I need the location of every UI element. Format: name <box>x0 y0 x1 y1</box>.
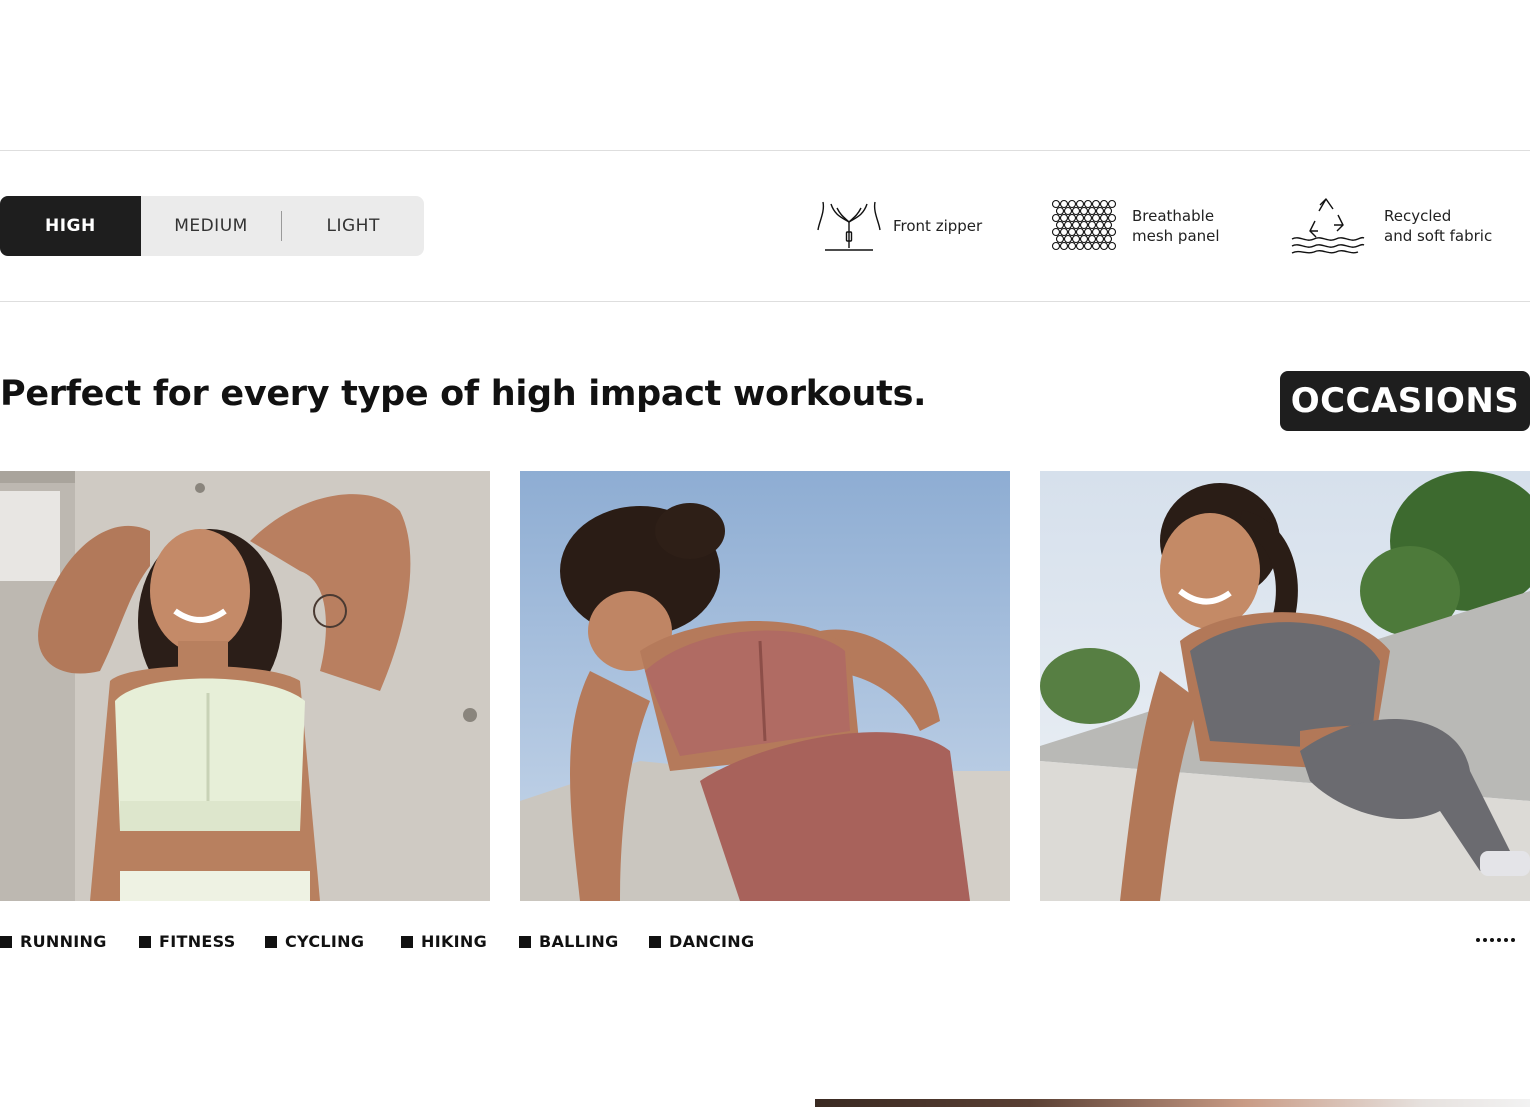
tag-label: HIKING <box>421 932 488 951</box>
feature-label: Breathable mesh panel <box>1132 206 1220 246</box>
impact-level-selector: HIGH MEDIUM LIGHT <box>0 196 424 256</box>
bottom-divider <box>0 301 1530 302</box>
top-divider <box>0 150 1530 151</box>
feature-label-line2: and soft fabric <box>1384 227 1493 245</box>
feature-recycled-fabric: Recycled and soft fabric <box>1286 196 1492 256</box>
feature-label: Front zipper <box>893 216 982 236</box>
feature-front-zipper: Front zipper <box>815 196 982 256</box>
impact-high-option[interactable]: HIGH <box>0 196 141 256</box>
tag-dancing: DANCING <box>649 932 754 951</box>
tag-cycling: CYCLING <box>265 932 364 951</box>
square-bullet-icon <box>265 935 277 948</box>
occasions-badge: OCCASIONS <box>1280 371 1530 431</box>
photo-model-white-bra <box>0 471 490 901</box>
next-section-image-edge <box>815 1099 1530 1107</box>
square-bullet-icon <box>139 935 151 948</box>
photo-model-grey-bra <box>1040 471 1530 901</box>
square-bullet-icon <box>519 935 531 948</box>
tag-running: RUNNING <box>0 932 107 951</box>
feature-label-line1: Front zipper <box>893 217 983 235</box>
mesh-icon <box>1050 198 1120 254</box>
tag-balling: BALLING <box>519 932 619 951</box>
feature-label: Recycled and soft fabric <box>1384 206 1492 246</box>
tag-label: RUNNING <box>20 932 107 951</box>
tag-label: CYCLING <box>285 932 365 951</box>
tag-hiking: HIKING <box>401 932 487 951</box>
zipper-icon <box>815 198 883 254</box>
recycle-icon <box>1286 197 1368 255</box>
activity-tags: RUNNING FITNESS CYCLING HIKING BALLING D… <box>0 932 1530 954</box>
feature-label-line1: Recycled <box>1384 207 1452 225</box>
impact-light-option[interactable]: LIGHT <box>282 196 424 256</box>
more-dots-icon <box>1476 938 1515 942</box>
tag-label: BALLING <box>539 932 619 951</box>
square-bullet-icon <box>401 935 413 948</box>
tag-fitness: FITNESS <box>139 932 236 951</box>
tag-label: DANCING <box>669 932 755 951</box>
feature-label-line2: mesh panel <box>1132 227 1220 245</box>
feature-label-line1: Breathable <box>1132 207 1215 225</box>
photo-model-pink-bra <box>520 471 1010 901</box>
tag-label: FITNESS <box>159 932 236 951</box>
square-bullet-icon <box>649 935 661 948</box>
square-bullet-icon <box>0 935 12 948</box>
feature-mesh-panel: Breathable mesh panel <box>1050 196 1220 256</box>
impact-medium-option[interactable]: MEDIUM <box>141 196 282 256</box>
section-headline: Perfect for every type of high impact wo… <box>0 374 927 414</box>
